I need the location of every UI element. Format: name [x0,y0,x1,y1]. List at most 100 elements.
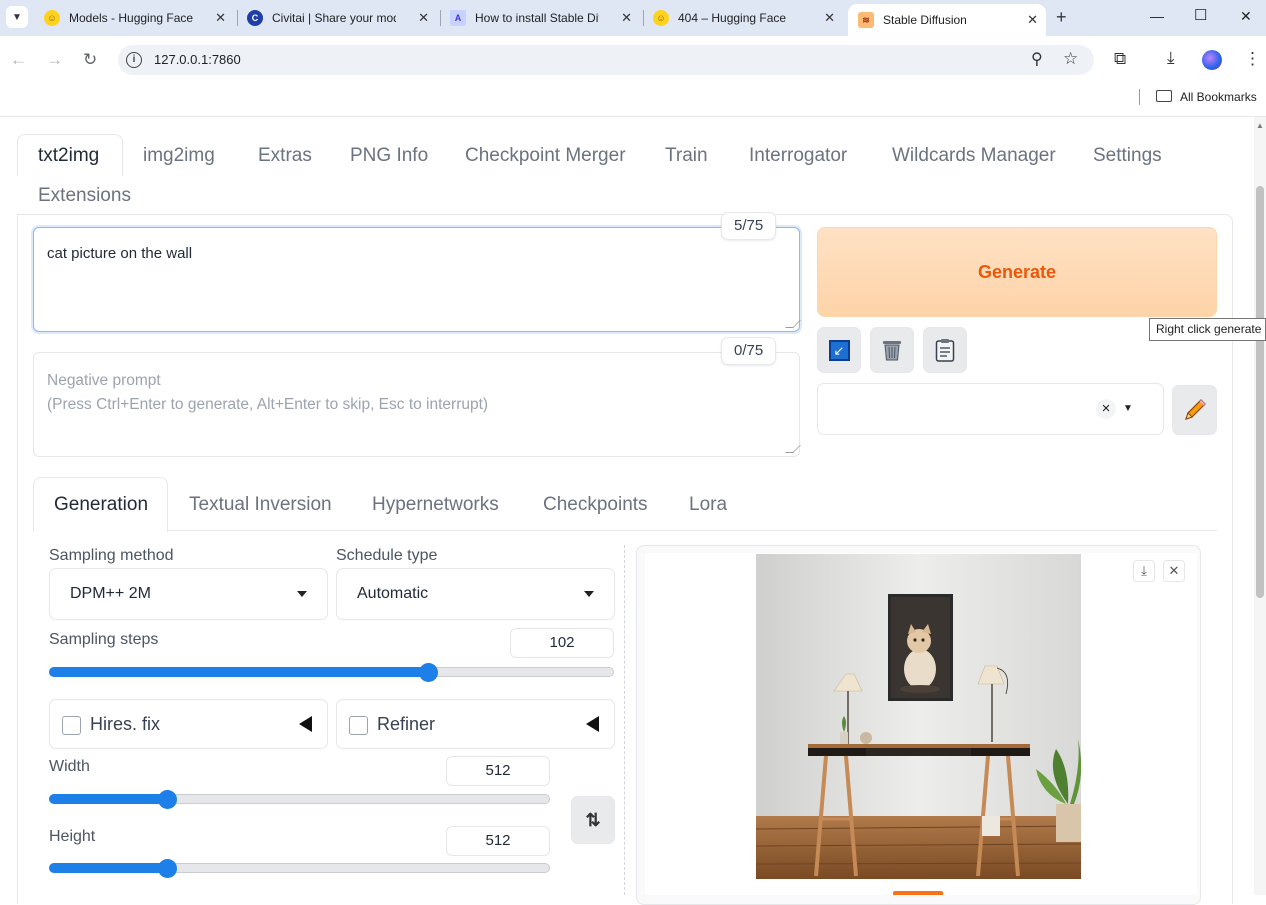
close-tab-icon[interactable]: ✕ [418,10,429,26]
generate-button[interactable]: Generate [817,227,1217,317]
tab-img2img[interactable]: img2img [143,145,215,167]
negative-prompt-textarea[interactable]: Negative prompt (Press Ctrl+Enter to gen… [33,352,800,457]
refiner-accordion[interactable]: Refiner [336,699,615,749]
new-tab-button[interactable]: + [1056,7,1067,28]
width-input[interactable]: 512 [446,756,550,786]
subtab-divider [167,530,1217,531]
trash-icon [883,341,901,361]
chevron-down-icon[interactable]: ▼ [1123,403,1133,414]
profile-avatar[interactable] [1202,50,1222,70]
width-fill [49,794,167,804]
subtab-lora[interactable]: Lora [689,494,727,516]
apply-styles-button[interactable] [923,327,967,373]
refiner-checkbox[interactable] [349,716,368,735]
hugging-face-icon: ☺ [653,10,669,26]
subtab-hypernetworks[interactable]: Hypernetworks [372,494,499,516]
sampling-steps-thumb[interactable] [419,663,438,682]
folder-icon [1156,90,1172,102]
prompt-textarea[interactable]: cat picture on the wall [33,227,800,332]
subtab-generation[interactable]: Generation [54,494,148,516]
chevron-down-icon [584,591,594,597]
tab-checkpoint-merger[interactable]: Checkpoint Merger [465,145,626,167]
maximize-icon[interactable]: ☐ [1194,6,1207,24]
browser-menu-icon[interactable]: ⋮ [1244,49,1261,69]
extensions-icon[interactable]: ⧉ [1114,49,1126,69]
hires-fix-checkbox[interactable] [62,716,81,735]
height-input[interactable]: 512 [446,826,550,856]
minimize-icon[interactable]: — [1150,8,1164,24]
swap-dimensions-button[interactable]: ⇅ [571,796,615,844]
hires-fix-label: Hires. fix [90,714,161,734]
tab-search-button[interactable]: ▼ [6,6,28,28]
clear-prompt-button[interactable] [870,327,914,373]
window-close-icon[interactable]: ✕ [1240,8,1252,25]
height-fill [49,863,167,873]
tab-settings[interactable]: Settings [1093,145,1162,167]
prompt-token-counter: 5/75 [721,212,777,240]
sampling-steps-input[interactable]: 102 [510,628,614,658]
scrollbar-thumb[interactable] [1256,186,1264,598]
tab-interrogator[interactable]: Interrogator [749,145,847,167]
all-bookmarks-link[interactable]: All Bookmarks [1180,90,1257,104]
bookmark-star-icon[interactable]: ☆ [1063,49,1078,69]
address-bar[interactable] [118,45,1094,75]
tab-png-info[interactable]: PNG Info [350,145,428,167]
bookmarks-bar [0,84,1266,110]
tab-txt2img[interactable]: txt2img [38,145,99,167]
browser-tab-civitai[interactable]: C Civitai | Share your models ✕ [247,4,437,32]
scroll-up-icon[interactable]: ▲ [1256,121,1264,130]
forward-icon[interactable]: → [46,50,63,70]
site-icon: A [450,10,466,26]
url-text[interactable]: 127.0.0.1:7860 [154,52,241,67]
back-icon[interactable]: ← [10,50,27,70]
schedule-type-value: Automatic [357,585,429,602]
chrome-divider [0,116,1266,117]
browser-tab-title: Stable Diffusion [883,13,967,27]
width-thumb[interactable] [158,790,177,809]
close-tab-icon[interactable]: ✕ [621,10,632,26]
arrow-down-left-icon: ↙ [828,339,850,361]
height-label: Height [49,828,96,845]
chevron-down-icon [297,591,307,597]
close-tab-icon[interactable]: ✕ [824,10,835,26]
tab-wildcards-manager[interactable]: Wildcards Manager [892,145,1056,167]
negative-token-counter: 0/75 [721,337,777,365]
reload-icon[interactable]: ↻ [83,50,97,70]
height-thumb[interactable] [158,859,177,878]
browser-tab-title: Models - Hugging Face [69,11,193,25]
sampling-method-select[interactable]: DPM++ 2M [49,568,328,620]
browser-tab-hugging-face-models[interactable]: ☺ Models - Hugging Face ✕ [44,4,234,32]
tab-extensions[interactable]: Extensions [38,185,131,207]
expand-arrow-icon[interactable] [586,716,599,732]
negative-prompt-hint: (Press Ctrl+Enter to generate, Alt+Enter… [47,396,489,413]
close-image-icon[interactable]: ✕ [1163,560,1185,582]
negative-prompt-placeholder: Negative prompt [47,372,161,389]
clear-styles-icon[interactable]: × [1096,399,1116,419]
close-tab-icon[interactable]: ✕ [1027,12,1038,28]
edit-styles-button[interactable] [1172,385,1217,435]
tab-extras[interactable]: Extras [258,145,312,167]
browser-tab-title: How to install Stable Diffusion [475,11,599,25]
zoom-icon[interactable]: ⚲ [1031,49,1043,69]
site-info-icon[interactable]: i [126,52,142,68]
close-tab-icon[interactable]: ✕ [215,10,226,26]
generated-image[interactable] [756,554,1081,879]
swap-arrows-icon: ⇅ [585,809,601,830]
subtab-checkpoints[interactable]: Checkpoints [543,494,648,516]
browser-tab-install-guide[interactable]: A How to install Stable Diffusion ✕ [450,4,640,32]
sampling-steps-label: Sampling steps [49,631,159,648]
browser-tab-title: 404 – Hugging Face [678,11,787,25]
hires-fix-accordion[interactable]: Hires. fix [49,699,328,749]
read-params-button[interactable]: ↙ [817,327,861,373]
download-icon[interactable]: ⤓ [1133,560,1155,582]
image-footer-accent [893,891,943,895]
expand-arrow-icon[interactable] [299,716,312,732]
downloads-icon[interactable]: ⤓ [1167,48,1175,68]
hugging-face-icon: ☺ [44,10,60,26]
schedule-type-select[interactable]: Automatic [336,568,615,620]
browser-tab-hugging-face-404[interactable]: ☺ 404 – Hugging Face ✕ [653,4,843,32]
subtab-textual-inversion[interactable]: Textual Inversion [189,494,332,516]
generate-tooltip: Right click generate f [1149,318,1266,341]
tab-train[interactable]: Train [665,145,708,167]
browser-tab-stable-diffusion[interactable]: ≋ Stable Diffusion ✕ [848,4,1046,36]
